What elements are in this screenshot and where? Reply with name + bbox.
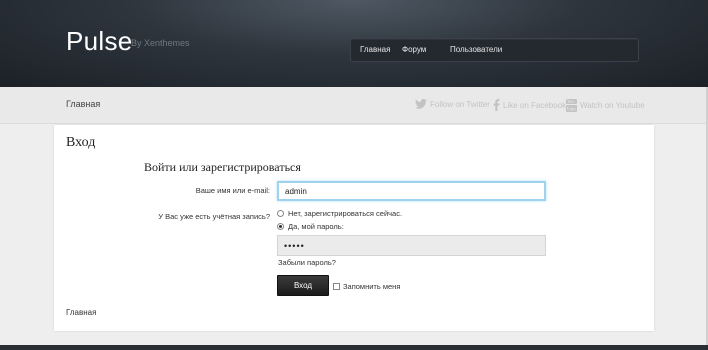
youtube-label: Watch on Youtube — [580, 101, 645, 110]
username-input[interactable] — [277, 181, 546, 201]
have-password-label: Да, мой пароль: — [288, 222, 344, 231]
login-subtitle: Войти или зарегистрироваться — [144, 160, 301, 174]
password-input[interactable] — [277, 235, 546, 256]
site-header: Pulse By Xenthemes Главная Форум Пользов… — [0, 0, 708, 87]
follow-twitter-link[interactable]: Follow on Twitter — [415, 99, 490, 109]
register-now-label: Нет, зарегистрироваться сейчас. — [288, 209, 403, 218]
login-button[interactable]: Вход — [277, 275, 329, 296]
facebook-label: Like on Facebook — [503, 100, 567, 110]
site-logo[interactable]: Pulse — [66, 26, 133, 57]
have-password-option[interactable]: Да, мой пароль: — [277, 222, 344, 231]
breadcrumb-bar: Главная Follow on Twitter Like on Facebo… — [0, 87, 708, 124]
remember-me-checkbox[interactable] — [333, 283, 340, 290]
nav-item-forum[interactable]: Форум — [402, 45, 426, 54]
svg-text:Tube: Tube — [566, 107, 576, 112]
main-navigation: Главная Форум Пользователи — [350, 38, 639, 62]
page-title: Вход — [66, 135, 96, 150]
username-label: Ваше имя или e-mail: — [195, 186, 270, 195]
remember-me-label: Запомнить меня — [343, 282, 401, 291]
nav-item-home[interactable]: Главная — [360, 45, 390, 54]
register-now-radio[interactable] — [277, 210, 284, 217]
site-byline: By Xenthemes — [131, 38, 190, 48]
facebook-icon — [493, 99, 500, 111]
nav-item-members[interactable]: Пользователи — [450, 45, 502, 54]
watch-youtube-link[interactable]: You Tube Watch on Youtube — [566, 99, 645, 112]
forgot-password-link[interactable]: Забыли пароль? — [278, 258, 336, 267]
breadcrumb-home[interactable]: Главная — [66, 99, 100, 109]
login-panel: Вход Войти или зарегистрироваться Ваше и… — [54, 125, 654, 331]
youtube-icon: You Tube — [566, 99, 577, 112]
twitter-label: Follow on Twitter — [430, 99, 490, 109]
have-password-radio[interactable] — [277, 223, 284, 230]
account-question-label: У Вас уже есть учётная запись? — [158, 212, 270, 221]
twitter-icon — [415, 99, 427, 109]
svg-text:You: You — [566, 99, 574, 104]
remember-me-option[interactable]: Запомнить меня — [333, 282, 400, 291]
like-facebook-link[interactable]: Like on Facebook — [493, 99, 566, 111]
register-now-option[interactable]: Нет, зарегистрироваться сейчас. — [277, 209, 402, 218]
footer-breadcrumb-home[interactable]: Главная — [66, 308, 96, 317]
site-footer — [0, 345, 708, 350]
